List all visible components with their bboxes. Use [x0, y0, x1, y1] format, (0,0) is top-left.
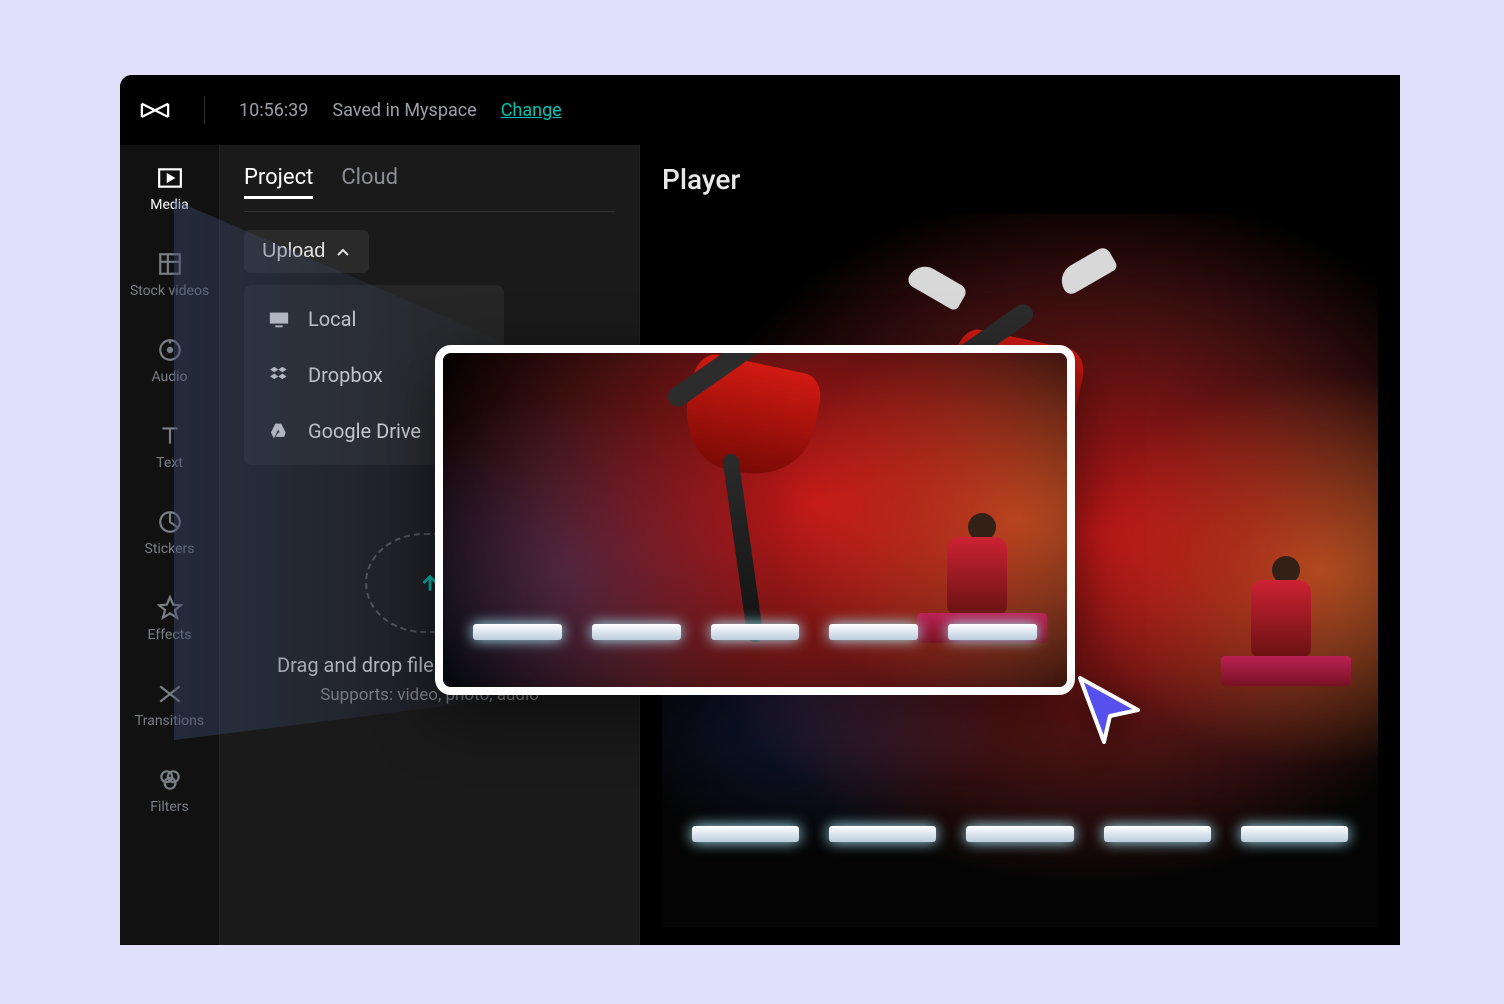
transitions-icon — [157, 681, 183, 707]
player-title: Player — [662, 163, 1378, 196]
upload-button-label: Upload — [262, 240, 325, 263]
separator — [204, 96, 205, 124]
sidebar-item-label: Transitions — [135, 713, 204, 729]
effects-icon — [157, 595, 183, 621]
sidebar: Media Stock videos Audio Text Stickers E… — [120, 145, 220, 945]
google-drive-icon — [268, 420, 290, 442]
dropbox-icon — [268, 364, 290, 386]
sidebar-item-label: Media — [150, 197, 189, 213]
dropdown-item-label: Google Drive — [308, 419, 421, 443]
app-logo-icon — [140, 100, 170, 120]
stickers-icon — [157, 509, 183, 535]
titlebar: 10:56:39 Saved in Myspace Change — [120, 75, 1400, 145]
sidebar-item-transitions[interactable]: Transitions — [124, 671, 216, 739]
preview-thumbnail[interactable] — [435, 345, 1075, 695]
dropdown-item-label: Local — [308, 307, 356, 331]
cursor-icon — [1070, 670, 1150, 750]
sidebar-item-filters[interactable]: Filters — [124, 757, 216, 825]
upload-button[interactable]: Upload — [244, 230, 369, 273]
sidebar-item-label: Stickers — [145, 541, 195, 557]
text-icon — [157, 423, 183, 449]
stock-icon — [157, 251, 183, 277]
sidebar-item-label: Text — [156, 455, 183, 471]
dropdown-item-local[interactable]: Local — [244, 291, 504, 347]
chevron-up-icon — [335, 244, 351, 260]
sidebar-item-effects[interactable]: Effects — [124, 585, 216, 653]
local-icon — [268, 308, 290, 330]
filters-icon — [157, 767, 183, 793]
sidebar-item-label: Filters — [150, 799, 189, 815]
sidebar-item-stickers[interactable]: Stickers — [124, 499, 216, 567]
dropdown-item-label: Dropbox — [308, 363, 383, 387]
sidebar-item-label: Audio — [151, 369, 187, 385]
audio-icon — [157, 337, 183, 363]
change-link[interactable]: Change — [501, 100, 562, 121]
save-status: Saved in Myspace — [332, 100, 476, 121]
sidebar-item-media[interactable]: Media — [124, 155, 216, 223]
panel-tabs: Project Cloud — [244, 165, 615, 212]
sidebar-item-text[interactable]: Text — [124, 413, 216, 481]
sidebar-item-label: Effects — [148, 627, 192, 643]
sidebar-item-label: Stock videos — [130, 283, 209, 299]
sidebar-item-stock-videos[interactable]: Stock videos — [124, 241, 216, 309]
media-icon — [157, 165, 183, 191]
sidebar-item-audio[interactable]: Audio — [124, 327, 216, 395]
tab-cloud[interactable]: Cloud — [341, 165, 398, 199]
timestamp: 10:56:39 — [239, 100, 308, 121]
tab-project[interactable]: Project — [244, 165, 313, 199]
